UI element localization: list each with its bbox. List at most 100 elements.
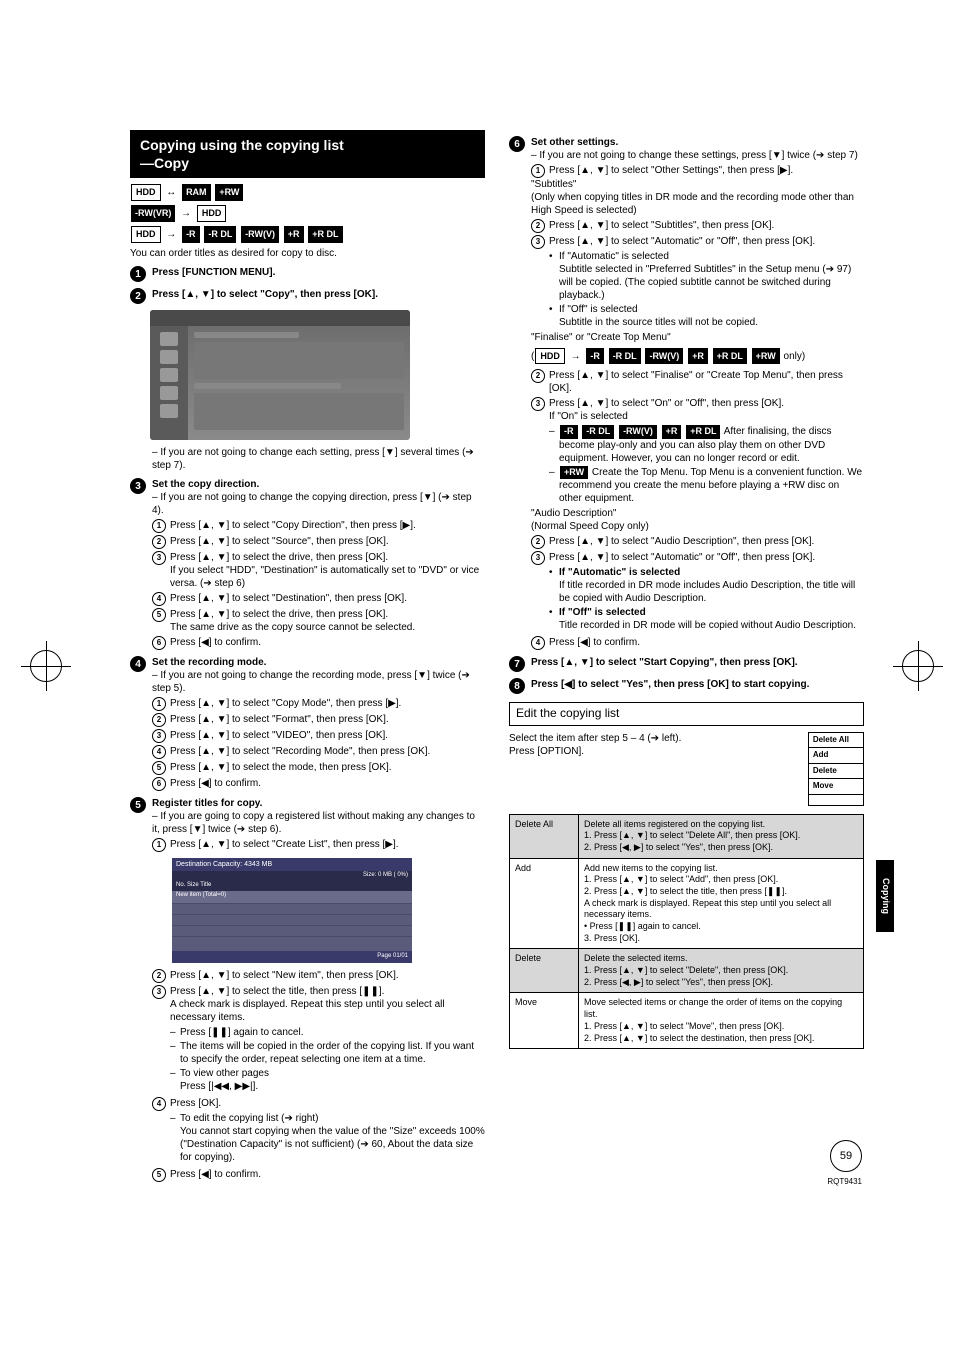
step-6-title: Set other settings.	[531, 136, 864, 149]
step4-s4: Press [▲, ▼] to select "Recording Mode",…	[170, 745, 485, 759]
list-capacity: Destination Capacity: 4343 MB	[172, 858, 412, 871]
step-number-3: 3	[130, 478, 146, 494]
step-2-note: – If you are not going to change each se…	[152, 446, 485, 472]
substep-3: 3	[531, 235, 545, 249]
media-badges-row-3: HDD → -R -R DL -RW(V) +R +R DL	[130, 226, 485, 243]
cell-move: Move selected items or change the order …	[579, 993, 864, 1049]
a-auto-body: If title recorded in DR mode includes Au…	[559, 580, 855, 604]
f-on2-text: Create the Top Menu. Top Menu is a conve…	[559, 467, 862, 505]
step5-s3b: A check mark is displayed. Repeat this s…	[170, 999, 445, 1023]
badge-plusrdl: +R DL	[308, 226, 342, 242]
option-add[interactable]: Add	[809, 748, 863, 763]
substep-2: 2	[531, 219, 545, 233]
subtitles-header: "Subtitles"	[531, 178, 864, 191]
badge-plusr: +R	[284, 226, 304, 242]
a-auto-hdr: If "Automatic" is selected	[559, 567, 680, 578]
badge-rwvr: -RW(VR)	[131, 205, 175, 221]
step-number-8: 8	[509, 678, 525, 694]
step-4: 4 Set the recording mode. – If you are n…	[130, 656, 485, 791]
finalise-badges: (HDD → -R -R DL -RW(V) +R +R DL +RW only…	[531, 348, 864, 365]
left-column: Copying using the copying list —Copy HDD…	[130, 130, 485, 1182]
step-1: 1 Press [FUNCTION MENU].	[130, 266, 485, 282]
step6-s2: Press [▲, ▼] to select "Subtitles", then…	[549, 219, 864, 233]
option-move[interactable]: Move	[809, 779, 863, 794]
substep-1: 1	[152, 838, 166, 852]
cell-delete-all-h: Delete All	[510, 814, 579, 858]
step4-s6: Press [◀] to confirm.	[170, 777, 485, 791]
step5-d3: To view other pages	[180, 1068, 269, 1079]
badge-rdl: -R DL	[609, 348, 641, 364]
step-3-note: – If you are not going to change the cop…	[152, 491, 485, 517]
cell-delete-all: Delete all items registered on the copyi…	[579, 814, 864, 858]
step3-s3: Press [▲, ▼] to select the drive, then p…	[170, 552, 388, 563]
step3-s1: Press [▲, ▼] to select "Copy Direction",…	[170, 519, 485, 533]
badge-hdd: HDD	[535, 348, 565, 364]
list-new-item: New item (Total=0)	[172, 891, 412, 904]
step-number-4: 4	[130, 656, 146, 672]
step3-s5b: The same drive as the copy source cannot…	[170, 622, 415, 633]
step-4-note: – If you are not going to change the rec…	[152, 669, 485, 695]
step-6: 6 Set other settings. – If you are not g…	[509, 136, 864, 650]
substep-5: 5	[152, 1168, 166, 1182]
badge-plusr: +R	[688, 348, 708, 364]
step-number-7: 7	[509, 656, 525, 672]
table-row: Delete Delete the selected items. 1. Pre…	[510, 949, 864, 993]
badge-rwv: -RW(V)	[619, 425, 657, 439]
step3-s3b: If you select "HDD", "Destination" is au…	[170, 565, 479, 589]
step-number-2: 2	[130, 288, 146, 304]
step-2-text: Press [▲, ▼] to select "Copy", then pres…	[152, 288, 485, 304]
step-8-text: Press [◀] to select "Yes", then press [O…	[531, 678, 864, 694]
cell-move-h: Move	[510, 993, 579, 1049]
substep-3: 3	[152, 551, 166, 565]
option-delete-all[interactable]: Delete All	[809, 733, 863, 748]
step-7: 7 Press [▲, ▼] to select "Start Copying"…	[509, 656, 864, 672]
step6-s3: Press [▲, ▼] to select "Automatic" or "O…	[549, 236, 815, 247]
badge-hdd-2: HDD	[197, 205, 227, 221]
step-1-text: Press [FUNCTION MENU].	[152, 266, 485, 282]
substep-6: 6	[152, 777, 166, 791]
subtitles-note: (Only when copying titles in DR mode and…	[531, 191, 864, 217]
substep-2: 2	[152, 969, 166, 983]
off-hdr: If "Off" is selected	[559, 304, 638, 315]
option-delete[interactable]: Delete	[809, 764, 863, 779]
cell-add-h: Add	[510, 858, 579, 949]
right-arrow-icon: →	[571, 349, 581, 365]
step5-d1: Press [❚❚] again to cancel.	[170, 1026, 485, 1039]
step-8: 8 Press [◀] to select "Yes", then press …	[509, 678, 864, 694]
side-tab-copying: Copying	[876, 860, 894, 932]
list-page: Page 01/01	[172, 951, 412, 963]
finalise-header: "Finalise" or "Create Top Menu"	[531, 331, 864, 344]
substep-3: 3	[152, 985, 166, 999]
table-row: Add Add new items to the copying list. 1…	[510, 858, 864, 949]
cell-delete: Delete the selected items. 1. Press [▲, …	[579, 949, 864, 993]
ui-screenshot-function-menu	[150, 310, 410, 440]
badge-plusrdl: +R DL	[686, 425, 720, 439]
step5-s5: Press [◀] to confirm.	[170, 1168, 485, 1182]
badge-plusr: +R	[662, 425, 682, 439]
auto-hdr: If "Automatic" is selected	[559, 251, 669, 262]
step-number-1: 1	[130, 266, 146, 282]
substep-4: 4	[152, 745, 166, 759]
step3-s2: Press [▲, ▼] to select "Source", then pr…	[170, 535, 485, 549]
step-number-5: 5	[130, 797, 146, 813]
right-column: 6 Set other settings. – If you are not g…	[509, 130, 864, 1182]
step4-s5: Press [▲, ▼] to select the mode, then pr…	[170, 761, 485, 775]
table-row: Delete All Delete all items registered o…	[510, 814, 864, 858]
step-5-note: – If you are going to copy a registered …	[152, 810, 485, 836]
step5-s4b: To edit the copying list (➔ right)	[180, 1113, 318, 1124]
step3-s6: Press [◀] to confirm.	[170, 636, 485, 650]
badge-rdl: -R DL	[582, 425, 614, 439]
step6-fs3: Press [▲, ▼] to select "On" or "Off", th…	[549, 398, 784, 409]
step3-s4: Press [▲, ▼] to select "Destination", th…	[170, 592, 485, 606]
step6-as2: Press [▲, ▼] to select "Audio Descriptio…	[549, 535, 864, 549]
badge-rdl: -R DL	[204, 226, 236, 242]
audio-note: (Normal Speed Copy only)	[531, 520, 864, 533]
a-off-body: Title recorded in DR mode will be copied…	[559, 620, 856, 631]
right-arrow-icon: →	[181, 206, 191, 222]
step5-d3b: Press [|◀◀, ▶▶|].	[180, 1081, 258, 1092]
table-row: Move Move selected items or change the o…	[510, 993, 864, 1049]
cell-add: Add new items to the copying list. 1. Pr…	[579, 858, 864, 949]
badge-r: -R	[586, 348, 604, 364]
audio-header: "Audio Description"	[531, 507, 864, 520]
cell-delete-h: Delete	[510, 949, 579, 993]
